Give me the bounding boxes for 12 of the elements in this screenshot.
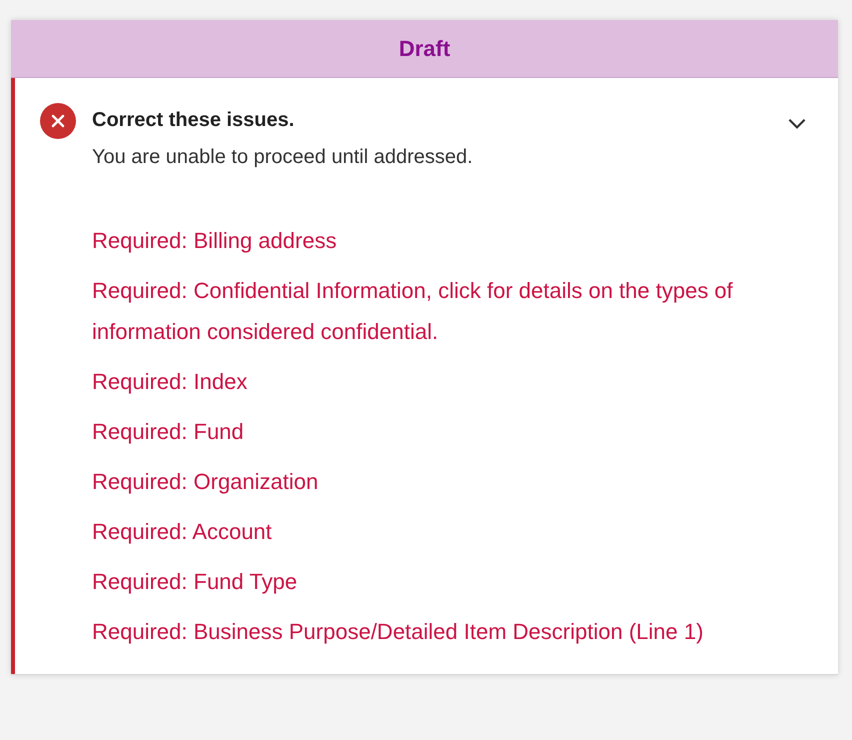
alert-message: You are unable to proceed until addressed.	[92, 145, 474, 170]
issue-link[interactable]: Required: Confidential Information, click for details on the types of information considered confidential.	[92, 270, 810, 352]
error-icon	[40, 103, 76, 139]
issue-link[interactable]: Required: Index	[92, 361, 810, 402]
issue-link[interactable]: Required: Account	[92, 511, 810, 552]
issue-link[interactable]: Required: Organization	[92, 461, 810, 502]
issue-link[interactable]: Required: Billing address	[92, 220, 810, 261]
issue-link[interactable]: Required: Fund Type	[92, 561, 810, 602]
issue-link[interactable]: Required: Fund	[92, 411, 810, 452]
issue-link[interactable]: Required: Business Purpose/Detailed Item Description (Line 1)	[92, 611, 810, 652]
alert-title: Correct these issues.	[92, 108, 296, 133]
status-title: Draft	[398, 35, 450, 63]
